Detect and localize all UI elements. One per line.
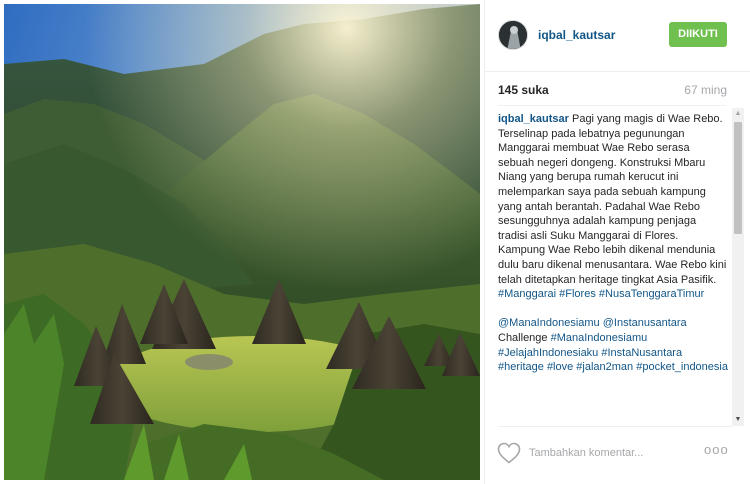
hashtag-link[interactable]: #heritage	[498, 361, 544, 373]
landscape-image	[4, 4, 480, 480]
follow-button[interactable]: DIIKUTI	[669, 22, 727, 47]
comment-item: @ManaIndonesiamu @Instanusantara Challen…	[498, 316, 728, 374]
avatar-image	[499, 21, 527, 49]
comments-list[interactable]: iqbal_kautsar Pagi yang magis di Wae Reb…	[498, 112, 728, 426]
hashtag-link[interactable]: #pocket_indonesia	[636, 361, 728, 373]
hashtag-link[interactable]: #InstaNusantara	[601, 347, 682, 359]
add-comment-input[interactable]	[529, 445, 689, 461]
hashtag-link[interactable]: #Manggarai	[498, 288, 556, 300]
hashtag-link[interactable]: #ManaIndonesiamu	[551, 332, 648, 344]
mention-link[interactable]: @ManaIndonesiamu	[498, 317, 600, 329]
heart-outline-icon[interactable]	[497, 442, 521, 464]
hashtag-link[interactable]: #NusaTenggaraTimur	[599, 288, 704, 300]
like-count[interactable]: 145 suka	[498, 83, 549, 97]
username-link[interactable]: iqbal_kautsar	[538, 28, 615, 42]
post-photo	[4, 4, 480, 480]
scroll-down-arrow-icon[interactable]: ▼	[732, 414, 744, 426]
caption-comment: iqbal_kautsar Pagi yang magis di Wae Reb…	[498, 112, 728, 302]
hashtag-link[interactable]: #jalan2man	[576, 361, 633, 373]
divider	[498, 426, 732, 427]
post-sidebar: iqbal_kautsar DIIKUTI 145 suka 67 ming i…	[484, 0, 750, 484]
comments-scrollbar[interactable]: ▲ ▼	[732, 108, 744, 426]
comment-text: Challenge	[498, 331, 548, 344]
scroll-up-arrow-icon[interactable]: ▲	[732, 108, 744, 120]
caption-text: Pagi yang magis di Wae Rebo. Terselinap …	[498, 113, 727, 286]
scrollbar-thumb[interactable]	[734, 122, 742, 234]
hashtag-link[interactable]: #love	[547, 361, 573, 373]
post-header: iqbal_kautsar DIIKUTI	[485, 0, 750, 72]
caption-username[interactable]: iqbal_kautsar	[498, 113, 569, 125]
mention-link[interactable]: @Instanusantara	[603, 317, 687, 329]
post-footer: ooo	[485, 426, 750, 484]
post-timestamp[interactable]: 67 ming	[684, 83, 727, 97]
post-stats: 145 suka 67 ming	[485, 72, 750, 106]
ellipsis-icon[interactable]: ooo	[704, 442, 729, 457]
user-avatar[interactable]	[498, 20, 528, 50]
hashtag-link[interactable]: #Flores	[559, 288, 596, 300]
divider	[498, 105, 726, 106]
hashtag-link[interactable]: #JelajahIndonesiaku	[498, 347, 598, 359]
